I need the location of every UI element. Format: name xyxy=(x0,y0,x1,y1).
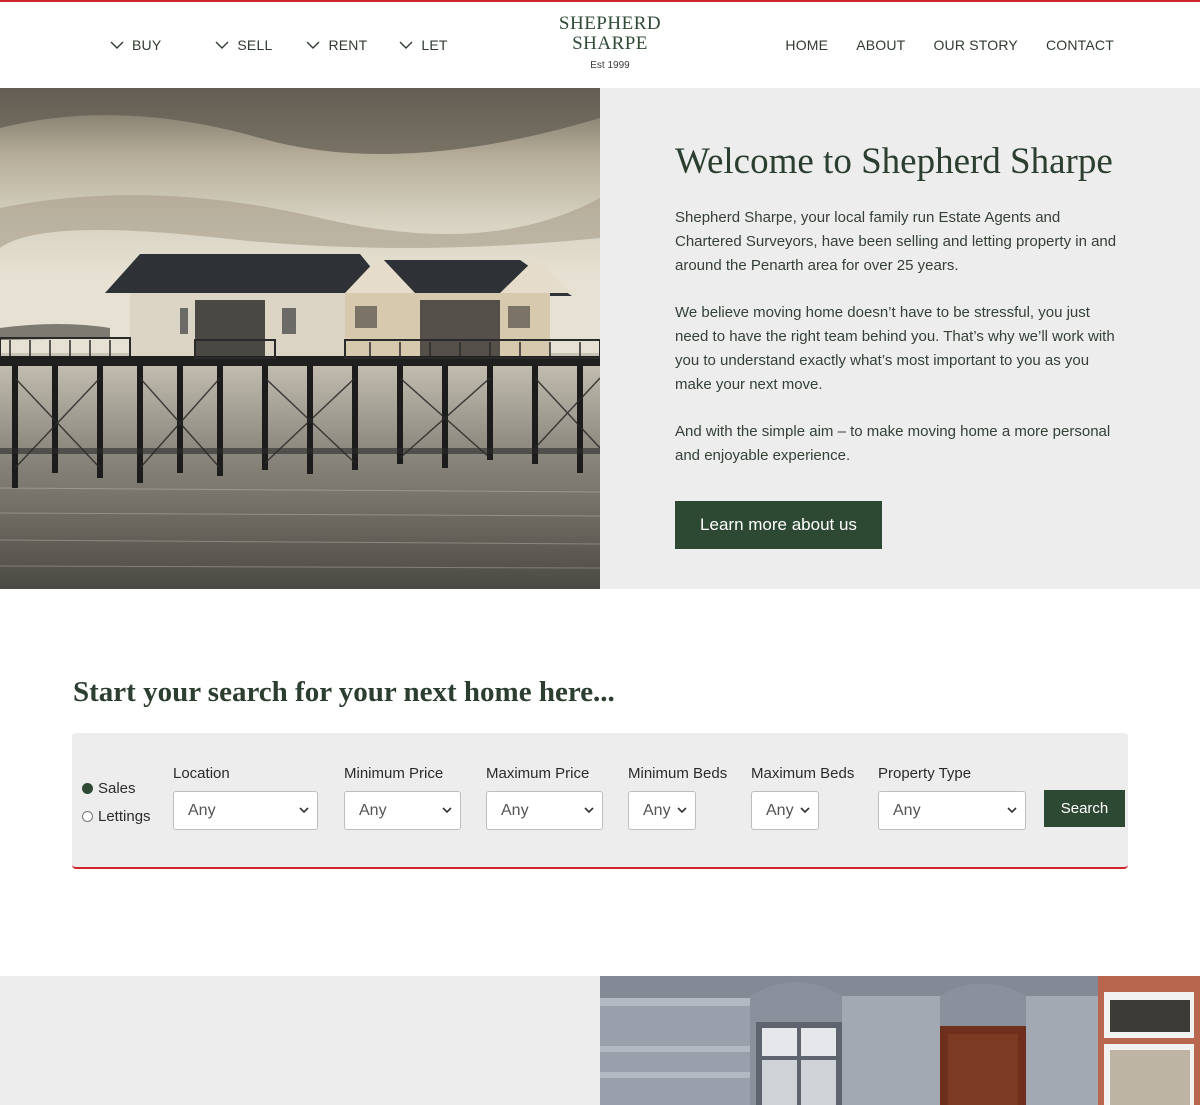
nav-home[interactable]: HOME xyxy=(785,37,828,53)
search-heading: Start your search for your next home her… xyxy=(73,676,615,708)
select-value: Any xyxy=(188,801,216,819)
nav-label: SELL xyxy=(237,37,273,53)
radio-label: Lettings xyxy=(98,807,151,825)
select-value: Any xyxy=(766,801,794,819)
learn-more-button[interactable]: Learn more about us xyxy=(675,501,882,549)
min-price-select[interactable]: Any xyxy=(344,791,461,830)
property-type-select[interactable]: Any xyxy=(878,791,1026,830)
nav-buy[interactable]: BUY xyxy=(110,37,161,53)
chevron-down-icon xyxy=(1007,807,1017,814)
hero-paragraph-2: We believe moving home doesn’t have to b… xyxy=(675,304,1115,393)
nav-sell[interactable]: SELL xyxy=(215,37,272,53)
hero-paragraph-1: Shepherd Sharpe, your local family run E… xyxy=(675,209,1117,274)
chevron-down-icon xyxy=(800,807,810,814)
hero-title: Welcome to Shepherd Sharpe xyxy=(675,141,1113,182)
lower-panel xyxy=(0,976,600,1105)
site-logo[interactable]: SHEPHERD SHARPE Est 1999 xyxy=(540,13,680,72)
logo-line-1: SHEPHERD xyxy=(558,13,662,34)
field-label: Maximum Beds xyxy=(751,765,855,782)
chevron-down-icon xyxy=(677,807,687,814)
chevron-down-icon xyxy=(110,41,124,49)
site-header: BUY SELL RENT LET SHEPHERD SHARPE Est 19… xyxy=(0,2,1200,88)
nav-label: LET xyxy=(421,37,448,53)
hero-pier-image xyxy=(0,88,600,589)
nav-about[interactable]: ABOUT xyxy=(856,37,905,53)
min-price-field: Minimum Price Any xyxy=(344,765,461,830)
min-beds-field: Minimum Beds Any xyxy=(628,765,727,830)
chevron-down-icon xyxy=(215,41,229,49)
chevron-down-icon xyxy=(299,807,309,814)
house-facade-image xyxy=(600,976,1200,1105)
chevron-down-icon xyxy=(584,807,594,814)
location-select[interactable]: Any xyxy=(173,791,318,830)
field-label: Maximum Price xyxy=(486,765,590,782)
sales-lettings-toggle: Sales Lettings xyxy=(82,774,151,830)
logo-established: Est 1999 xyxy=(590,60,630,71)
nav-contact[interactable]: CONTACT xyxy=(1046,37,1114,53)
location-field: Location Any xyxy=(173,765,318,830)
radio-lettings[interactable]: Lettings xyxy=(82,802,151,830)
nav-label: RENT xyxy=(328,37,368,53)
radio-label: Sales xyxy=(98,779,136,797)
radio-checked-icon[interactable] xyxy=(82,782,93,794)
chevron-down-icon xyxy=(306,41,320,49)
radio-sales[interactable]: Sales xyxy=(82,774,151,802)
min-beds-select[interactable]: Any xyxy=(628,791,696,830)
field-label: Minimum Beds xyxy=(628,765,728,782)
primary-nav-right: HOME ABOUT OUR STORY CONTACT xyxy=(757,37,1114,53)
max-price-select[interactable]: Any xyxy=(486,791,603,830)
nav-label: BUY xyxy=(132,37,162,53)
select-value: Any xyxy=(893,801,921,819)
field-label: Location xyxy=(173,765,230,782)
max-price-field: Maximum Price Any xyxy=(486,765,603,830)
hero-paragraph-3: And with the simple aim – to make moving… xyxy=(675,423,1111,464)
nav-our-story[interactable]: OUR STORY xyxy=(933,37,1018,53)
max-beds-field: Maximum Beds Any xyxy=(751,765,854,830)
field-label: Minimum Price xyxy=(344,765,444,782)
select-value: Any xyxy=(359,801,387,819)
select-value: Any xyxy=(501,801,529,819)
nav-rent[interactable]: RENT xyxy=(306,37,367,53)
nav-let[interactable]: LET xyxy=(399,37,447,53)
field-label: Property Type xyxy=(878,765,972,782)
max-beds-select[interactable]: Any xyxy=(751,791,819,830)
property-type-field: Property Type Any xyxy=(878,765,1026,830)
chevron-down-icon xyxy=(442,807,452,814)
chevron-down-icon xyxy=(399,41,413,49)
search-button[interactable]: Search xyxy=(1044,790,1125,827)
radio-unchecked-icon[interactable] xyxy=(82,810,93,822)
select-value: Any xyxy=(643,801,671,819)
primary-nav-left: BUY SELL RENT LET xyxy=(110,37,494,53)
logo-line-2: SHARPE xyxy=(572,33,648,54)
property-search-form: Sales Lettings Location Any Minimum Pric… xyxy=(72,733,1128,869)
hero-welcome-panel: Welcome to Shepherd Sharpe Shepherd Shar… xyxy=(600,88,1200,589)
